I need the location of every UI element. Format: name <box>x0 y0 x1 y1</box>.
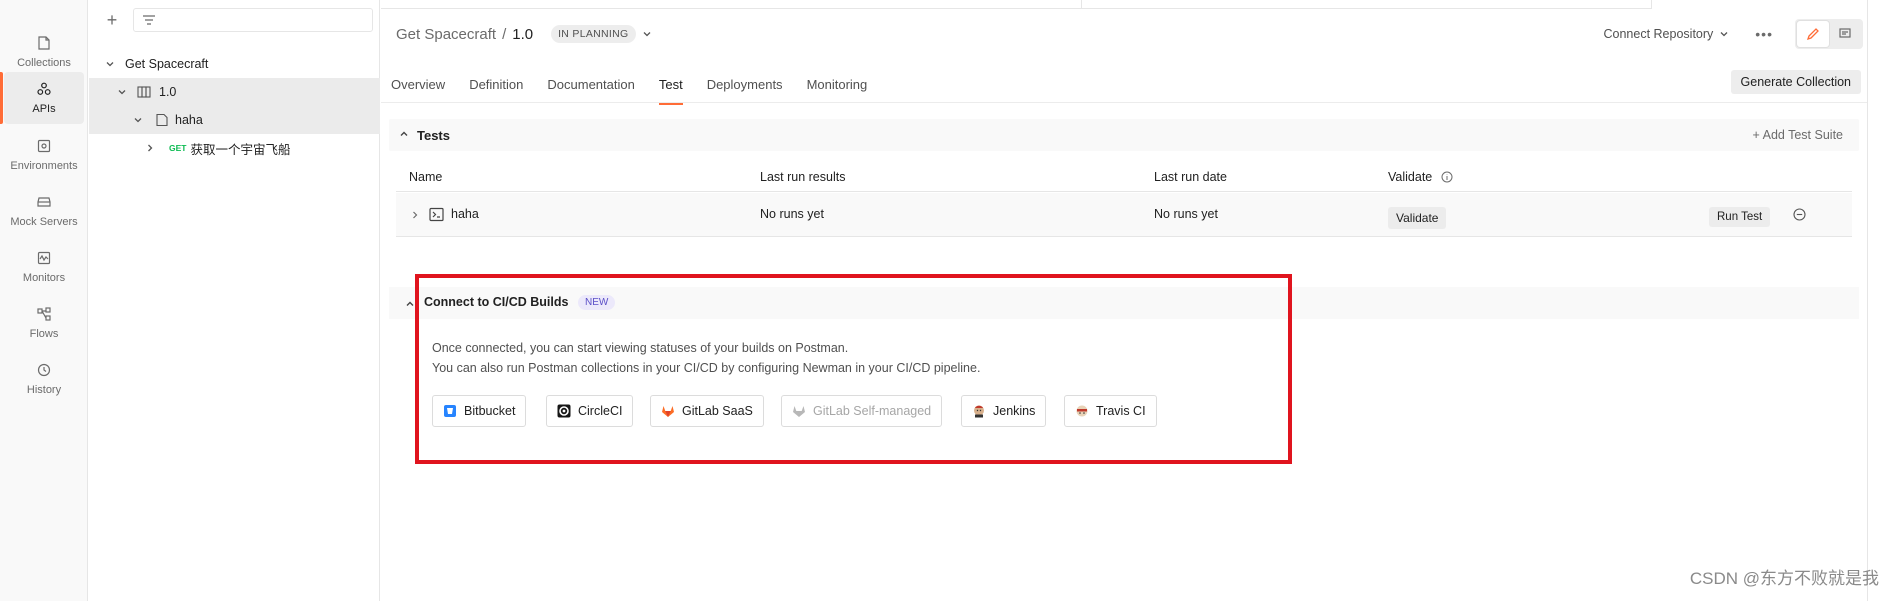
nav-flows-label: Flows <box>29 328 59 340</box>
collections-icon <box>38 36 50 50</box>
chevron-right-icon[interactable] <box>410 210 420 220</box>
mock-servers-icon <box>37 197 51 207</box>
tree-request-row[interactable]: GET 获取一个宇宙飞船 <box>89 134 380 162</box>
left-nav-rail: Collections APIs Environments Mock Serve… <box>0 0 88 601</box>
request-method-badge: GET <box>169 143 187 153</box>
tab-documentation[interactable]: Documentation <box>547 77 634 103</box>
breadcrumb-version: 1.0 <box>512 25 534 43</box>
environments-icon <box>37 139 51 153</box>
watermark: CSDN @东方不败就是我 <box>1689 569 1879 588</box>
tree-api-name: Get Spacecraft <box>125 57 209 71</box>
comments-button[interactable] <box>1829 21 1861 47</box>
red-highlight-box <box>415 274 1292 464</box>
tab-deployments[interactable]: Deployments <box>707 77 783 103</box>
tests-section-header[interactable]: Tests + Add Test Suite <box>389 119 1859 151</box>
flows-icon <box>37 307 51 321</box>
generate-collection-button[interactable]: Generate Collection <box>1730 70 1861 94</box>
pencil-icon <box>1806 28 1819 41</box>
apis-icon <box>37 82 51 95</box>
table-row[interactable]: haha No runs yet No runs yet Validate Ru… <box>396 193 1852 237</box>
right-context-rail <box>1867 0 1891 601</box>
tree-request-label: 获取一个宇宙飞船 <box>190 142 291 157</box>
header-actions: Connect Repository ••• <box>1604 19 1863 49</box>
terminal-icon <box>429 207 444 222</box>
test-suite-name: haha <box>451 207 479 221</box>
tab-definition[interactable]: Definition <box>469 77 523 103</box>
top-tab-strip <box>381 0 1652 9</box>
tests-section-title: Tests <box>417 127 450 143</box>
tree-folder-label: haha <box>175 113 203 127</box>
add-test-suite-button[interactable]: + Add Test Suite <box>1753 128 1843 142</box>
column-validate: Validate <box>1388 170 1433 184</box>
tab-test[interactable]: Test <box>658 77 683 105</box>
connect-repository-button[interactable]: Connect Repository <box>1604 27 1730 41</box>
breadcrumb-separator: / <box>502 25 507 43</box>
folder-icon <box>156 113 168 127</box>
tree-filter-input[interactable] <box>133 8 373 32</box>
nav-mock-servers-label: Mock Servers <box>10 216 78 228</box>
api-tree-sidebar: + Get Spacecraft 1.0 haha GET 获取一个宇宙飞船 <box>89 0 380 601</box>
tree-version-row[interactable]: 1.0 <box>89 78 380 106</box>
api-tabs: Overview Definition Documentation Test D… <box>391 77 891 105</box>
tab-overview[interactable]: Overview <box>391 77 445 103</box>
more-options-icon[interactable]: ••• <box>1755 26 1773 42</box>
connect-repository-label: Connect Repository <box>1603 27 1714 41</box>
tree-folder-row[interactable]: haha <box>89 106 380 134</box>
nav-monitors-label: Monitors <box>22 272 66 284</box>
nav-apis[interactable]: APIs <box>0 72 84 124</box>
nav-history-label: History <box>26 384 62 396</box>
chevron-up-icon[interactable] <box>405 299 415 309</box>
monitors-icon <box>37 251 51 265</box>
version-icon <box>137 86 151 98</box>
tree-version-label: 1.0 <box>159 85 177 99</box>
view-mode-toggle <box>1795 19 1863 49</box>
column-name: Name <box>409 170 443 184</box>
chevron-down-icon <box>1720 32 1728 37</box>
nav-history[interactable]: History <box>4 353 84 405</box>
status-badge[interactable]: IN PLANNING <box>551 25 636 43</box>
chevron-down-icon[interactable] <box>103 57 117 71</box>
history-icon <box>37 363 51 377</box>
last-run-results-value: No runs yet <box>760 207 824 221</box>
nav-flows[interactable]: Flows <box>4 297 84 349</box>
nav-monitors[interactable]: Monitors <box>4 241 84 293</box>
tree-toolbar: + <box>89 0 379 40</box>
remove-icon[interactable] <box>1793 208 1806 221</box>
tabs-divider <box>381 102 1867 103</box>
nav-mock-servers[interactable]: Mock Servers <box>4 185 84 237</box>
nav-environments[interactable]: Environments <box>4 129 84 181</box>
edit-mode-button[interactable] <box>1797 21 1829 47</box>
filter-icon[interactable] <box>142 14 156 26</box>
validate-button[interactable]: Validate <box>1388 207 1447 229</box>
nav-collections[interactable]: Collections <box>4 26 84 78</box>
breadcrumb-api-name[interactable]: Get Spacecraft <box>396 26 496 43</box>
api-header: Get Spacecraft / 1.0 IN PLANNING <box>396 22 652 46</box>
chevron-down-icon[interactable] <box>115 85 129 99</box>
chevron-down-icon[interactable] <box>131 113 145 127</box>
nav-environments-label: Environments <box>10 160 78 172</box>
tree-api-row[interactable]: Get Spacecraft <box>89 50 380 78</box>
chevron-down-icon[interactable] <box>642 27 652 42</box>
plus-icon[interactable]: + <box>101 9 123 31</box>
last-run-date-value: No runs yet <box>1154 207 1218 221</box>
comment-icon <box>1839 28 1851 38</box>
column-last-run-date: Last run date <box>1154 170 1227 184</box>
run-test-button[interactable]: Run Test <box>1709 207 1771 227</box>
tests-table-header: Name Last run results Last run date Vali… <box>396 164 1852 192</box>
chevron-up-icon[interactable] <box>399 129 409 142</box>
nav-collections-label: Collections <box>17 57 71 69</box>
tab-monitoring[interactable]: Monitoring <box>807 77 868 103</box>
column-last-run-results: Last run results <box>760 170 846 184</box>
info-icon[interactable] <box>1441 171 1453 183</box>
nav-apis-label: APIs <box>32 103 56 115</box>
chevron-right-icon[interactable] <box>143 141 157 155</box>
